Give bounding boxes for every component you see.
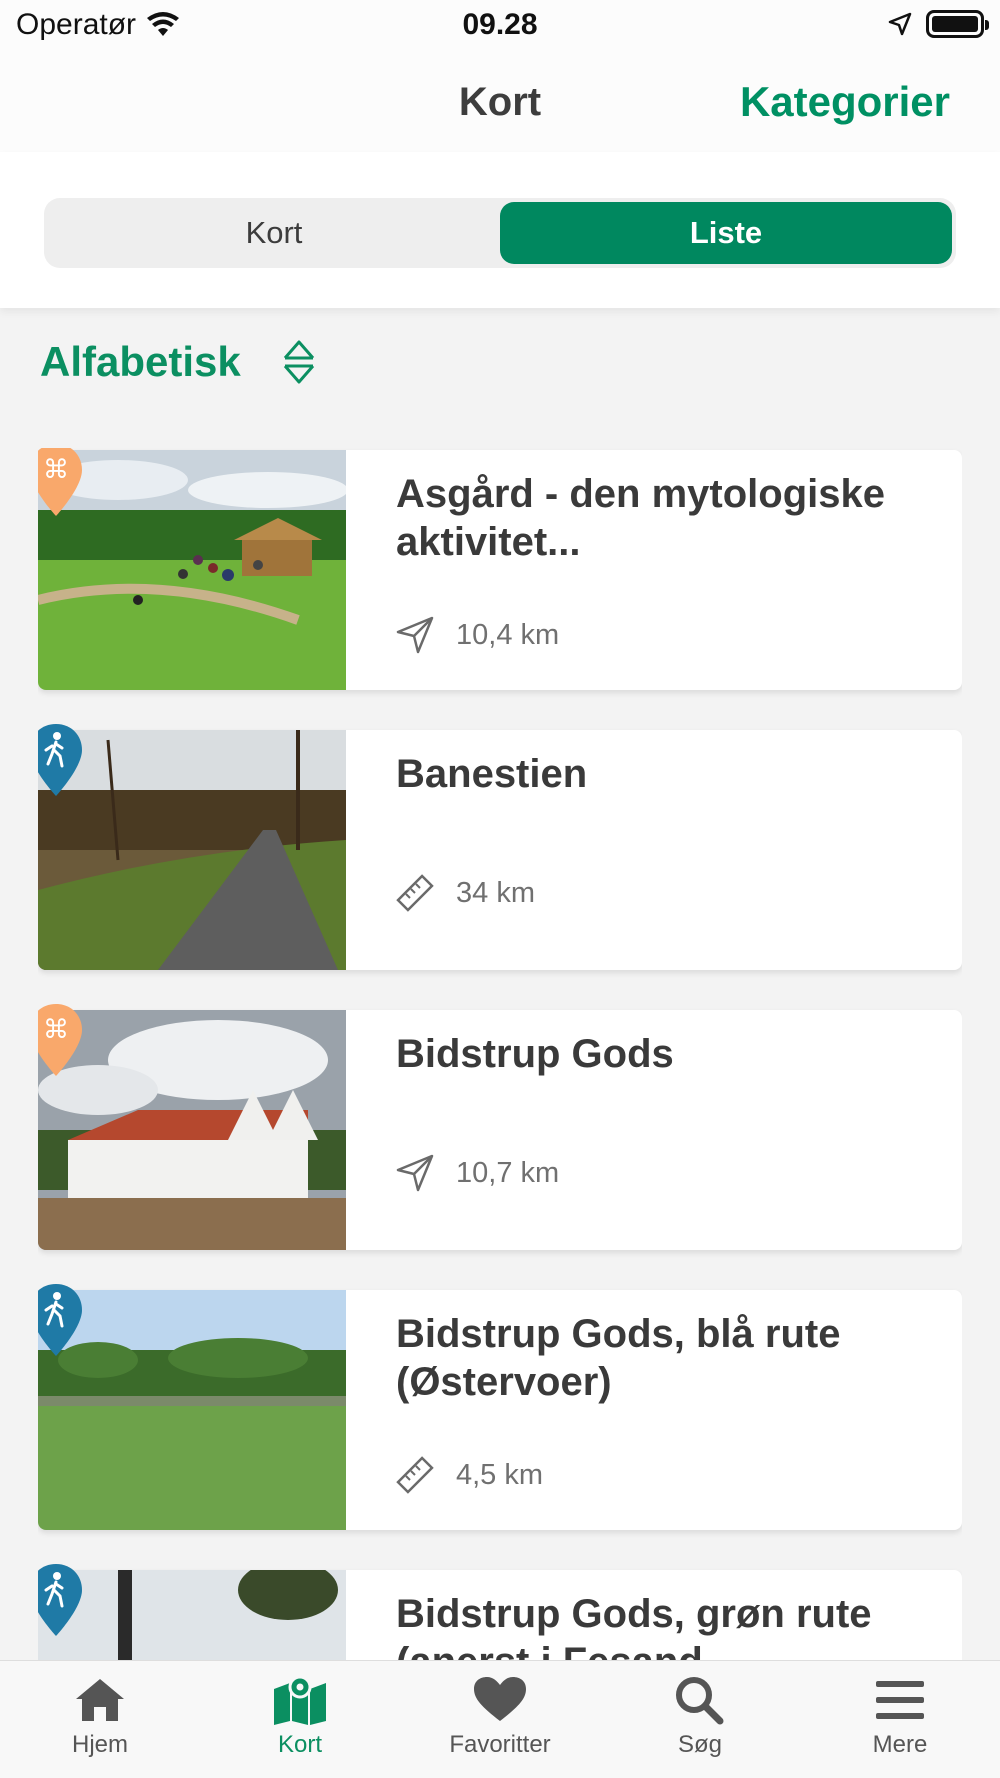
svg-text:⌘: ⌘	[43, 455, 69, 485]
list-item[interactable]: ⌘ Asgård - den mytologiske aktivitet... …	[38, 448, 962, 690]
tab-label: Favoritter	[449, 1731, 551, 1758]
attraction-pin-icon: ⌘	[38, 1004, 82, 1076]
length-value: 34 km	[456, 876, 535, 909]
battery-icon	[926, 10, 989, 38]
tab-favorites[interactable]: Favoritter	[400, 1661, 600, 1778]
place-distance: 10,7 km	[394, 1152, 559, 1194]
tab-label: Kort	[277, 1731, 322, 1758]
place-image	[38, 1570, 346, 1660]
list-item[interactable]: Bidstrup Gods, grøn rute (anerst i Fesan…	[38, 1564, 962, 1660]
status-time: 09.28	[462, 8, 538, 41]
tab-label: Mere	[872, 1731, 928, 1758]
distance-value: 10,4 km	[456, 618, 560, 651]
list-item[interactable]: Bidstrup Gods, blå rute (Østervoer) 4,5 …	[38, 1284, 962, 1530]
segment-list[interactable]: Liste	[500, 202, 952, 264]
home-icon	[76, 1679, 124, 1721]
navigation-arrow-icon	[396, 1154, 434, 1192]
navigation-bar: Kort Kategorier	[0, 52, 1000, 152]
hiking-pin-icon	[38, 1284, 82, 1356]
places-list: ⌘ Asgård - den mytologiske aktivitet... …	[38, 448, 962, 1660]
tab-search[interactable]: Søg	[600, 1661, 800, 1778]
place-title: Bidstrup Gods, blå rute (Østervoer)	[396, 1312, 841, 1404]
place-image	[38, 730, 346, 970]
sort-label[interactable]: Alfabetisk	[40, 338, 241, 386]
tab-bar: Hjem Kort Favoritter Søg Mere	[0, 1660, 1000, 1778]
attraction-pin-icon: ⌘	[38, 448, 82, 516]
ruler-icon	[396, 1456, 434, 1494]
categories-button[interactable]: Kategorier	[740, 78, 950, 126]
tab-more[interactable]: Mere	[800, 1661, 1000, 1778]
place-title: Bidstrup Gods, grøn rute (anerst i Fesan…	[396, 1592, 872, 1660]
tab-map[interactable]: Kort	[200, 1661, 400, 1778]
hiking-pin-icon	[38, 1564, 82, 1636]
tab-label: Søg	[677, 1731, 722, 1758]
status-bar: Operatør 09.28	[0, 0, 1000, 52]
view-segmented-control: Kort Liste	[44, 198, 956, 268]
place-image	[38, 1010, 346, 1250]
place-title: Bidstrup Gods	[396, 1032, 674, 1076]
place-distance: 10,4 km	[394, 614, 559, 656]
place-length: 4,5 km	[394, 1454, 543, 1496]
ruler-icon	[396, 874, 434, 912]
place-image	[38, 1290, 346, 1530]
distance-value: 10,7 km	[456, 1156, 560, 1189]
sort-control[interactable]: Alfabetisk	[40, 338, 317, 386]
tab-label: Hjem	[71, 1731, 128, 1758]
place-title: Asgård - den mytologiske aktivitet...	[396, 472, 885, 564]
place-length: 34 km	[394, 872, 535, 914]
menu-icon	[876, 1681, 924, 1719]
heart-icon	[474, 1677, 526, 1721]
list-item[interactable]: ⌘ Bidstrup Gods 10,7 km	[38, 1004, 962, 1250]
hiking-pin-icon	[38, 724, 82, 796]
place-image	[38, 450, 346, 690]
navigation-arrow-icon	[396, 616, 434, 654]
search-icon	[676, 1677, 724, 1725]
status-indicators	[888, 10, 989, 38]
length-value: 4,5 km	[456, 1458, 544, 1491]
list-item[interactable]: Banestien 34 km	[38, 724, 962, 970]
map-icon	[274, 1675, 326, 1725]
sort-arrows-icon[interactable]	[281, 338, 317, 386]
place-title: Banestien	[396, 752, 588, 796]
view-switcher-area: Kort Liste	[0, 152, 1000, 308]
tab-home[interactable]: Hjem	[0, 1661, 200, 1778]
svg-text:⌘: ⌘	[43, 1015, 69, 1045]
location-arrow-icon	[888, 12, 912, 36]
segment-map[interactable]: Kort	[48, 202, 500, 264]
